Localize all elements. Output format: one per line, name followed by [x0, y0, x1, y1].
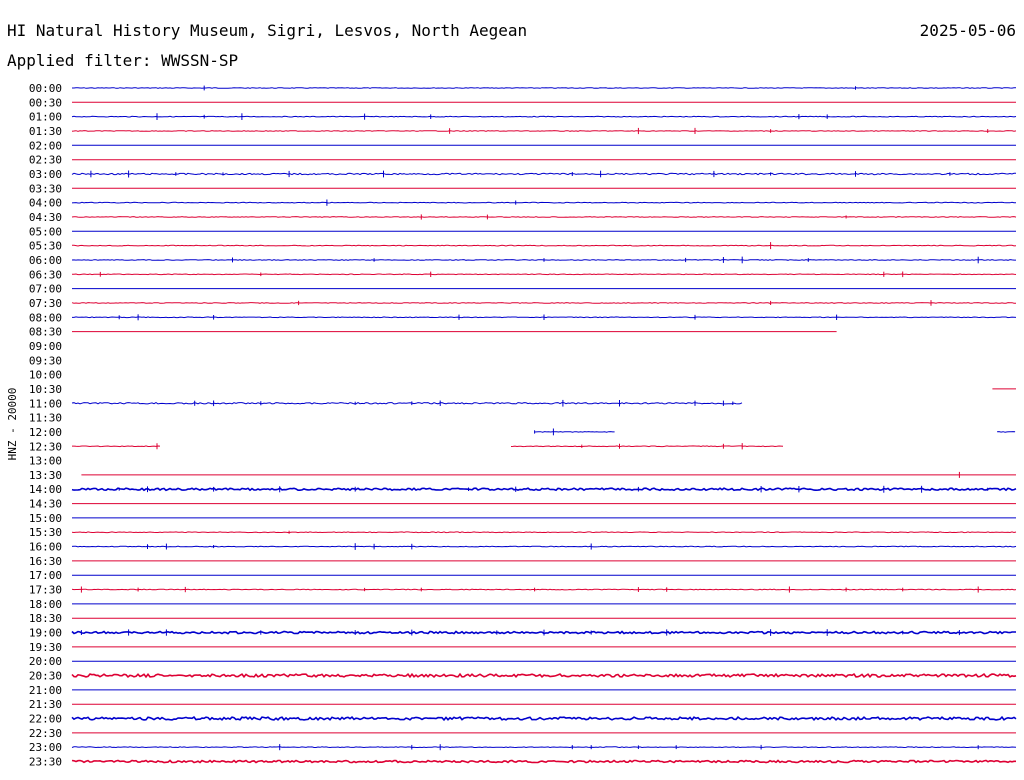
trace-line [71, 130, 1017, 132]
time-tick-label: 15:30 [29, 526, 62, 539]
time-tick-label: 08:00 [29, 311, 62, 324]
time-tick-label: 05:00 [29, 225, 62, 238]
time-tick-label: 17:30 [29, 584, 62, 597]
channel-label: HNZ - 20000 [6, 388, 19, 461]
trace-line [72, 445, 161, 448]
time-tick-label: 02:30 [29, 154, 62, 167]
time-tick-label: 03:00 [29, 168, 62, 181]
time-tick-label: 16:00 [29, 541, 62, 554]
time-tick-label: 07:30 [29, 297, 62, 310]
time-tick-label: 21:00 [29, 684, 62, 697]
time-tick-label: 07:00 [29, 283, 62, 296]
time-tick-label: 09:30 [29, 354, 62, 367]
time-tick-label: 19:00 [29, 627, 62, 640]
trace-line [71, 201, 1017, 204]
time-tick-label: 13:00 [29, 455, 62, 468]
time-tick-label: 09:00 [29, 340, 62, 353]
trace-line [534, 431, 615, 433]
time-tick-label: 22:00 [29, 713, 62, 726]
trace-line [71, 759, 1016, 764]
time-tick-label: 03:30 [29, 182, 62, 195]
trace-line [71, 302, 1016, 304]
time-axis: 00:0000:30 01:0001:3002:00 02:3003:0003:30… [29, 82, 62, 769]
time-tick-label: 12:00 [29, 426, 62, 439]
time-tick-label: 06:30 [29, 268, 62, 281]
time-tick-label: 12:30 [29, 440, 62, 453]
trace-line [71, 115, 1017, 118]
time-tick-label: 00:00 [29, 82, 62, 95]
trace-line [71, 531, 1017, 534]
time-tick-label: 01:30 [29, 125, 62, 138]
date-label: 2025-05-06 [920, 21, 1016, 40]
time-tick-label: 13:30 [29, 469, 62, 482]
trace-line [71, 715, 1017, 722]
trace-line [71, 273, 1017, 276]
trace-line [71, 402, 743, 405]
filter-label: Applied filter: WWSSN-SP [7, 51, 238, 70]
time-tick-label: 11:00 [29, 397, 62, 410]
time-tick-label: 21:30 [29, 698, 62, 711]
time-tick-label: 17:00 [29, 569, 62, 582]
time-tick-label: 06:00 [29, 254, 62, 267]
time-tick-label: 11:30 [29, 412, 62, 425]
time-tick-label: 14:00 [29, 483, 62, 496]
time-tick-label: 04:00 [29, 197, 62, 210]
time-tick-label: 10:30 [29, 383, 62, 396]
time-tick-label: 01:00 [29, 111, 62, 124]
time-tick-label: 20:30 [29, 670, 62, 683]
trace-line [71, 746, 1017, 749]
time-tick-label: 02:00 [29, 139, 62, 152]
trace-line [997, 431, 1016, 433]
trace-line [72, 244, 1017, 247]
time-tick-label: 18:00 [29, 598, 62, 611]
trace-line [71, 672, 1017, 679]
time-tick-label: 04:30 [29, 211, 62, 224]
time-tick-label: 14:30 [29, 498, 62, 511]
time-tick-label: 15:00 [29, 512, 62, 525]
time-tick-label: 20:00 [29, 655, 62, 668]
station-title: HI Natural History Museum, Sigri, Lesvos… [7, 21, 527, 40]
helicorder-plot: HI Natural History Museum, Sigri, Lesvos… [6, 21, 1017, 769]
trace-line [71, 172, 1016, 176]
time-tick-label: 23:00 [29, 741, 62, 754]
time-tick-label: 00:30 [29, 96, 62, 109]
trace-line [71, 588, 1017, 591]
time-tick-label: 05:30 [29, 240, 62, 253]
time-tick-label: 18:30 [29, 612, 62, 625]
trace-line [72, 87, 1017, 89]
time-tick-label: 16:30 [29, 555, 62, 568]
time-tick-label: 23:30 [29, 756, 62, 769]
time-tick-label: 08:30 [29, 326, 62, 339]
time-tick-label: 22:30 [29, 727, 62, 740]
time-tick-label: 10:00 [29, 369, 62, 382]
time-tick-label: 19:30 [29, 641, 62, 654]
trace-line [71, 216, 1017, 218]
trace-group [71, 85, 1017, 764]
